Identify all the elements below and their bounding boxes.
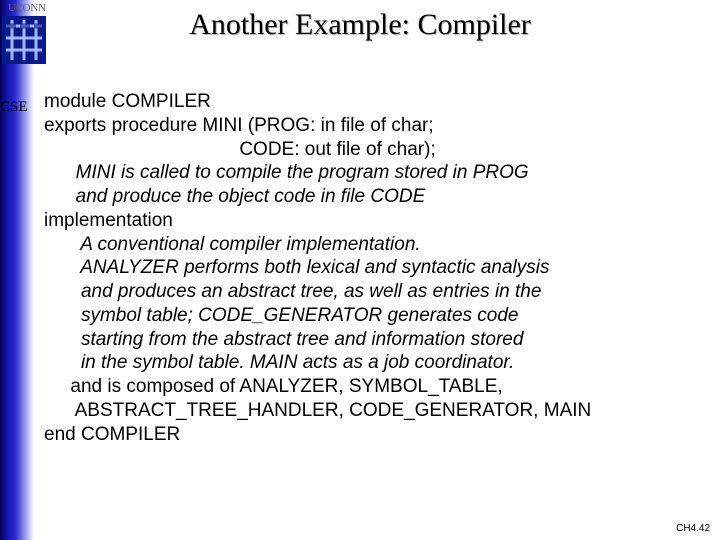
comment-line: ANALYZER performs both lexical and synta…: [44, 256, 704, 280]
code-line: and is composed of ANALYZER, SYMBOL_TABL…: [44, 375, 704, 399]
left-gradient-band: [0, 0, 34, 540]
comment-line: A conventional compiler implementation.: [44, 233, 704, 257]
comment-line: symbol table; CODE_GENERATOR generates c…: [44, 304, 704, 328]
comment-line: starting from the abstract tree and info…: [44, 328, 704, 352]
comment-line: and produces an abstract tree, as well a…: [44, 280, 704, 304]
comment-line: and produce the object code in file CODE: [44, 185, 704, 209]
comment-line: in the symbol table. MAIN acts as a job …: [44, 351, 704, 375]
code-line: implementation: [44, 209, 704, 233]
slide-number: CH4.42: [676, 523, 710, 534]
code-line: end COMPILER: [44, 423, 704, 447]
code-line: module COMPILER: [44, 90, 704, 114]
comment-line: MINI is called to compile the program st…: [44, 161, 704, 185]
code-line: exports procedure MINI (PROG: in file of…: [44, 114, 704, 138]
cse-label: CSE: [0, 99, 28, 116]
code-line: CODE: out file of char);: [44, 138, 704, 162]
slide-body: module COMPILER exports procedure MINI (…: [44, 90, 704, 446]
code-line: ABSTRACT_TREE_HANDLER, CODE_GENERATOR, M…: [44, 399, 704, 423]
slide-title: Another Example: Compiler: [0, 8, 720, 42]
